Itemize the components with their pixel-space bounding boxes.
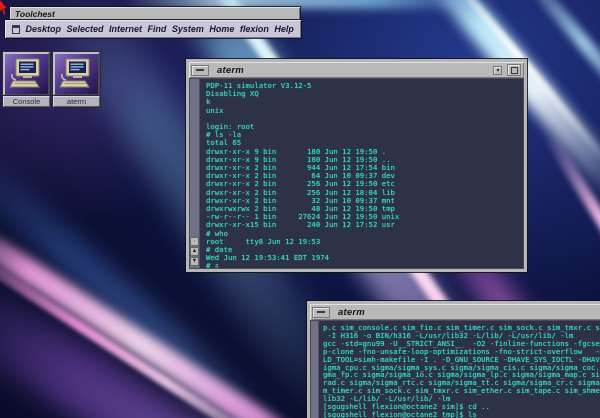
console-desktop-icon[interactable] xyxy=(3,52,50,96)
aterm-window-main: aterm · ▲ ▼ PDP-11 simulator V3.12-5 Dis… xyxy=(186,59,527,272)
maximize-button[interactable] xyxy=(507,64,521,76)
main-scrollbar[interactable]: · ▲ ▼ xyxy=(190,79,200,268)
terminal-computer-icon xyxy=(58,58,90,88)
minimize-button[interactable] xyxy=(493,65,502,75)
window-menu-icon[interactable] xyxy=(12,24,20,34)
light-beam xyxy=(514,0,600,141)
main-terminal-area: · ▲ ▼ PDP-11 simulator V3.12-5 Disabling… xyxy=(189,78,524,269)
menu-item-find[interactable]: Find xyxy=(147,24,166,34)
toolchest-title: Toolchest xyxy=(15,8,55,19)
menu-item-help[interactable]: Help xyxy=(274,24,294,34)
bottom-window-title: aterm xyxy=(338,306,365,318)
scrollbar-handle-button[interactable]: · xyxy=(190,237,199,246)
menu-item-internet[interactable]: Internet xyxy=(109,24,142,34)
menu-item-flexion[interactable]: flexion xyxy=(240,24,269,34)
bottom-terminal-area: p.c sim_console.c sim_fio.c sim_timer.c … xyxy=(310,320,600,418)
toolchest-menubar: Desktop Selected Internet Find System Ho… xyxy=(5,20,301,38)
toolchest-titlebar[interactable]: Toolchest xyxy=(10,7,300,20)
main-titlebar[interactable]: aterm xyxy=(189,62,524,78)
bottom-scrollbar[interactable] xyxy=(311,321,319,418)
bottom-terminal-output[interactable]: p.c sim_console.c sim_fio.c sim_timer.c … xyxy=(319,321,600,418)
aterm-icon-label[interactable]: aterm xyxy=(53,96,100,107)
main-window-title: aterm xyxy=(217,64,244,76)
minimize-icon xyxy=(196,69,204,71)
desktop: Toolchest Desktop Selected Internet Find… xyxy=(0,0,600,418)
window-menu-button[interactable] xyxy=(312,306,330,318)
menu-item-selected[interactable]: Selected xyxy=(66,24,103,34)
terminal-computer-icon xyxy=(8,58,40,88)
aterm-desktop-icon[interactable] xyxy=(53,52,100,96)
minimize-icon xyxy=(317,311,325,313)
dot-icon xyxy=(496,69,499,71)
menu-item-home[interactable]: Home xyxy=(209,24,234,34)
aterm-window-bottom: aterm p.c sim_console.c sim_fio.c sim_ti… xyxy=(307,301,600,418)
window-menu-button[interactable] xyxy=(191,64,209,76)
main-terminal-output[interactable]: PDP-11 simulator V3.12-5 Disabling XQ k … xyxy=(200,79,523,268)
bottom-titlebar[interactable]: aterm xyxy=(310,304,600,320)
menu-item-system[interactable]: System xyxy=(172,24,204,34)
console-icon-label[interactable]: Console xyxy=(3,96,50,107)
scroll-up-button[interactable]: ▲ xyxy=(190,247,199,256)
square-icon xyxy=(510,66,518,74)
menu-item-desktop[interactable]: Desktop xyxy=(25,24,61,34)
scroll-down-button[interactable]: ▼ xyxy=(190,257,199,266)
